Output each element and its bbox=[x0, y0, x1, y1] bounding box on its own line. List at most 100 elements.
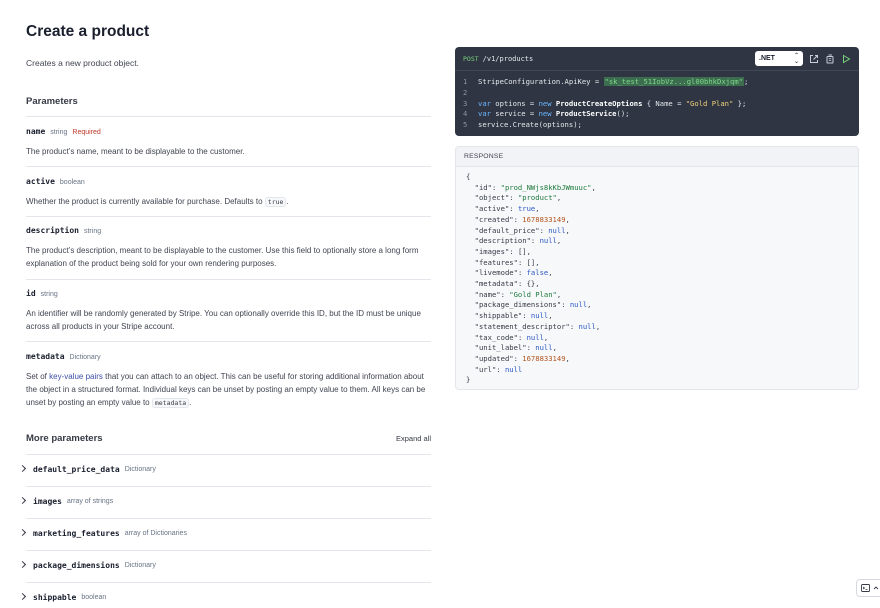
divider bbox=[26, 341, 431, 342]
param-type: array of strings bbox=[66, 497, 114, 505]
code-sample-panel: POST /v1/products .NET ⌃ ⌄ 1 StripeConfigu… bbox=[455, 47, 859, 136]
json-key: "url" bbox=[474, 364, 497, 374]
param-description: The product’s name, meant to be displaya… bbox=[26, 147, 245, 156]
json-key: "tax_code" bbox=[474, 332, 518, 342]
json-key: "statement_descriptor" bbox=[474, 321, 570, 331]
param-id: id string An identifier will be randomly… bbox=[26, 289, 431, 333]
terminal-toggle-button[interactable] bbox=[856, 579, 880, 597]
json-value: false bbox=[526, 268, 549, 278]
json-key: "default_price" bbox=[474, 225, 540, 235]
page-description: Creates a new product object. bbox=[26, 58, 139, 68]
json-close-brace: } bbox=[466, 375, 471, 385]
json-value: "product" bbox=[517, 193, 557, 203]
json-value: {} bbox=[526, 279, 536, 289]
line-number: 4 bbox=[463, 109, 468, 119]
param-description: Set of key-value pairs that you can atta… bbox=[26, 372, 426, 408]
code-panel-header: POST /v1/products .NET ⌃ ⌄ bbox=[455, 47, 859, 71]
accordion-shippable[interactable]: shippable boolean bbox=[18, 592, 431, 602]
json-key: "description" bbox=[474, 236, 531, 246]
param-type: Dictionary bbox=[124, 561, 156, 569]
json-line: "id": "prod_NWjs8kKbJWmuuc", bbox=[474, 182, 596, 192]
json-key: "name" bbox=[474, 289, 501, 299]
json-value: null bbox=[578, 321, 596, 331]
line-number: 5 bbox=[463, 120, 468, 130]
json-value: [] bbox=[517, 246, 527, 256]
chevron-right-icon bbox=[18, 464, 28, 474]
response-label: RESPONSE bbox=[456, 147, 858, 167]
json-key: "id" bbox=[474, 182, 492, 192]
external-link-icon[interactable] bbox=[809, 54, 819, 64]
json-value: "Gold Plan" bbox=[509, 289, 557, 299]
json-open-brace: { bbox=[466, 172, 471, 181]
api-key-string: "sk_test_51IobVz...gl00bhkDxjqm" bbox=[603, 77, 744, 86]
json-value: null bbox=[504, 364, 523, 374]
json-value: null bbox=[530, 311, 549, 321]
accordion-default-price-data[interactable]: default_price_data Dictionary bbox=[18, 464, 431, 474]
param-description: An identifier will be randomly generated… bbox=[26, 309, 421, 331]
param-name-label: id bbox=[26, 289, 36, 298]
play-icon[interactable] bbox=[841, 54, 851, 64]
json-value: 1678833149 bbox=[522, 353, 566, 363]
divider bbox=[26, 166, 431, 167]
accordion-images[interactable]: images array of strings bbox=[18, 496, 431, 506]
json-line: "package_dimensions": null, bbox=[474, 300, 592, 310]
language-select[interactable]: .NET ⌃ ⌄ bbox=[755, 51, 803, 66]
param-type: array of Dictionaries bbox=[124, 529, 187, 537]
json-line: "url": null bbox=[474, 364, 523, 374]
json-value: 1678833149 bbox=[522, 214, 566, 224]
param-type: Dictionary bbox=[69, 354, 101, 361]
json-line: "updated": 1678833149, bbox=[474, 353, 570, 363]
inline-code: metadata bbox=[151, 398, 190, 408]
param-name-label: shippable bbox=[33, 592, 77, 602]
json-line: "created": 1678833149, bbox=[474, 214, 570, 224]
chevron-right-icon bbox=[18, 592, 28, 602]
chevron-up-icon bbox=[873, 586, 879, 590]
param-name: name string Required The product’s name,… bbox=[26, 127, 431, 158]
json-line: "statement_descriptor": null, bbox=[474, 321, 601, 331]
json-key: "object" bbox=[474, 193, 510, 203]
json-key: "livemode" bbox=[474, 268, 518, 278]
json-line: "tax_code": null, bbox=[474, 332, 549, 342]
http-method: POST bbox=[463, 54, 479, 63]
json-line: "description": null, bbox=[474, 236, 562, 246]
json-key: "created" bbox=[474, 214, 514, 224]
json-key: "features" bbox=[474, 257, 518, 267]
json-key: "updated" bbox=[474, 353, 514, 363]
param-active: active boolean Whether the product is cu… bbox=[26, 177, 431, 209]
param-type: Dictionary bbox=[124, 465, 156, 473]
divider bbox=[26, 216, 431, 217]
param-name-label: default_price_data bbox=[33, 464, 120, 474]
divider bbox=[26, 116, 431, 117]
param-name-label: marketing_features bbox=[33, 528, 120, 538]
chevron-right-icon bbox=[18, 528, 28, 538]
param-name-label: package_dimensions bbox=[33, 560, 120, 570]
terminal-icon bbox=[861, 584, 870, 592]
response-json: { "id": "prod_NWjs8kKbJWmuuc", "object":… bbox=[456, 167, 858, 386]
key-value-pairs-link[interactable]: key-value pairs bbox=[49, 372, 103, 381]
inline-code: true bbox=[264, 197, 287, 207]
expand-all-button[interactable]: Expand all bbox=[396, 434, 431, 443]
divider bbox=[26, 454, 431, 455]
json-value: "prod_NWjs8kKbJWmuuc" bbox=[500, 182, 592, 192]
more-parameters-heading: More parameters bbox=[26, 433, 103, 444]
json-key: "metadata" bbox=[474, 279, 518, 289]
json-value: null bbox=[526, 332, 544, 342]
json-line: "default_price": null, bbox=[474, 225, 570, 235]
code-block: 1 StripeConfiguration.ApiKey = "sk_test_5… bbox=[463, 77, 749, 130]
json-key: "images" bbox=[474, 246, 510, 256]
divider bbox=[26, 518, 431, 519]
json-key: "unit_label" bbox=[474, 343, 527, 353]
json-key: "package_dimensions" bbox=[474, 300, 562, 310]
json-line: "shippable": null, bbox=[474, 311, 553, 321]
param-description-field: description string The product’s descrip… bbox=[26, 226, 431, 270]
param-name-label: description bbox=[26, 226, 79, 235]
param-metadata: metadata Dictionary Set of key-value pai… bbox=[26, 352, 431, 410]
endpoint-path: /v1/products bbox=[482, 54, 534, 63]
json-key: "active" bbox=[474, 204, 510, 214]
accordion-package-dimensions[interactable]: package_dimensions Dictionary bbox=[18, 560, 431, 570]
accordion-marketing-features[interactable]: marketing_features array of Dictionaries bbox=[18, 528, 431, 538]
copy-icon[interactable] bbox=[825, 54, 835, 64]
param-type: string bbox=[83, 228, 102, 235]
required-badge: Required bbox=[72, 129, 101, 136]
param-name-label: active bbox=[26, 177, 55, 186]
